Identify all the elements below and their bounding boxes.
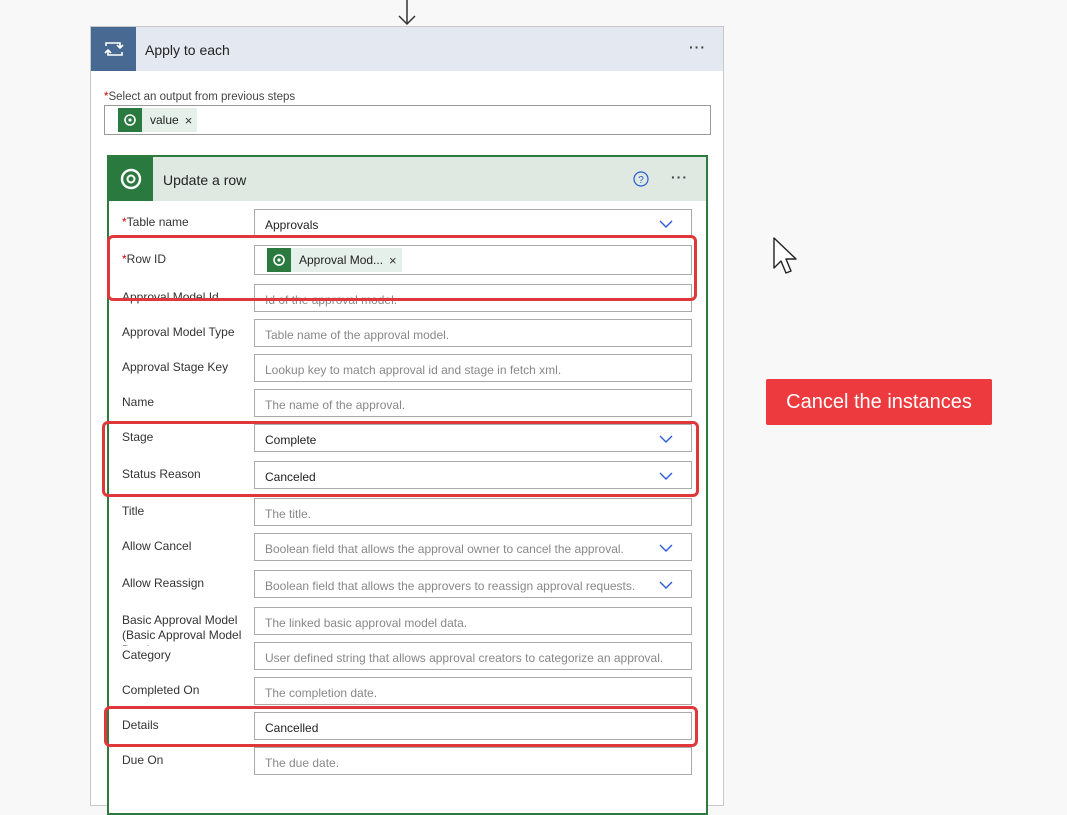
name-input[interactable]: The name of the approval. bbox=[254, 389, 692, 417]
select-output-input[interactable]: value × bbox=[104, 105, 711, 135]
more-icon[interactable]: ··· bbox=[689, 39, 706, 55]
allow-cancel-label: Allow Cancel bbox=[122, 539, 192, 553]
completed-on-label: Completed On bbox=[122, 683, 200, 697]
approval-model-type-input[interactable]: Table name of the approval model. bbox=[254, 319, 692, 347]
arrow-down-icon bbox=[398, 0, 416, 26]
help-icon[interactable]: ? bbox=[633, 171, 649, 187]
due-on-label: Due On bbox=[122, 753, 164, 767]
allow-cancel-dropdown[interactable]: Boolean field that allows the approval o… bbox=[254, 533, 692, 561]
select-output-label: *Select an output from previous steps bbox=[104, 91, 296, 103]
basic-approval-model-input[interactable]: The linked basic approval model data. bbox=[254, 607, 692, 635]
apply-to-each-title: Apply to each bbox=[145, 42, 230, 58]
row-id-highlight bbox=[107, 235, 697, 301]
title-input[interactable]: The title. bbox=[254, 498, 692, 526]
dataverse-icon bbox=[109, 157, 153, 201]
chevron-down-icon bbox=[659, 220, 673, 228]
name-label: Name bbox=[122, 395, 155, 409]
more-icon[interactable]: ··· bbox=[671, 169, 688, 185]
update-row-title: Update a row bbox=[163, 172, 247, 188]
allow-reassign-label: Allow Reassign bbox=[122, 576, 205, 590]
svg-text:?: ? bbox=[638, 175, 644, 186]
update-row-header[interactable]: Update a row ? ··· bbox=[109, 157, 706, 201]
category-input[interactable]: User defined string that allows approval… bbox=[254, 642, 692, 670]
stage-status-highlight bbox=[102, 421, 699, 497]
loop-icon bbox=[91, 27, 136, 71]
basic-approval-model-label: Basic Approval Model (Basic Approval Mod… bbox=[122, 613, 242, 646]
due-on-input[interactable]: The due date. bbox=[254, 747, 692, 775]
chevron-down-icon bbox=[659, 544, 673, 552]
chevron-down-icon bbox=[659, 581, 673, 589]
allow-reassign-dropdown[interactable]: Boolean field that allows the approvers … bbox=[254, 570, 692, 598]
apply-to-each-card: Apply to each ··· *Select an output from… bbox=[90, 26, 724, 815]
completed-on-input[interactable]: The completion date. bbox=[254, 677, 692, 705]
approval-stage-key-input[interactable]: Lookup key to match approval id and stag… bbox=[254, 354, 692, 382]
cursor-icon bbox=[773, 237, 797, 274]
approval-stage-key-label: Approval Stage Key bbox=[122, 360, 229, 374]
value-token[interactable]: value × bbox=[118, 108, 198, 132]
close-icon[interactable]: × bbox=[185, 113, 198, 128]
table-name-dropdown[interactable]: Approvals bbox=[254, 209, 692, 237]
apply-to-each-header[interactable]: Apply to each ··· bbox=[91, 27, 723, 71]
table-name-label: *Table name bbox=[122, 215, 189, 229]
title-label: Title bbox=[122, 504, 145, 518]
cancel-instances-callout: Cancel the instances bbox=[766, 379, 992, 425]
approval-model-type-label: Approval Model Type bbox=[122, 325, 235, 339]
details-highlight bbox=[104, 706, 698, 747]
category-label: Category bbox=[122, 648, 171, 663]
dataverse-icon bbox=[118, 108, 142, 132]
